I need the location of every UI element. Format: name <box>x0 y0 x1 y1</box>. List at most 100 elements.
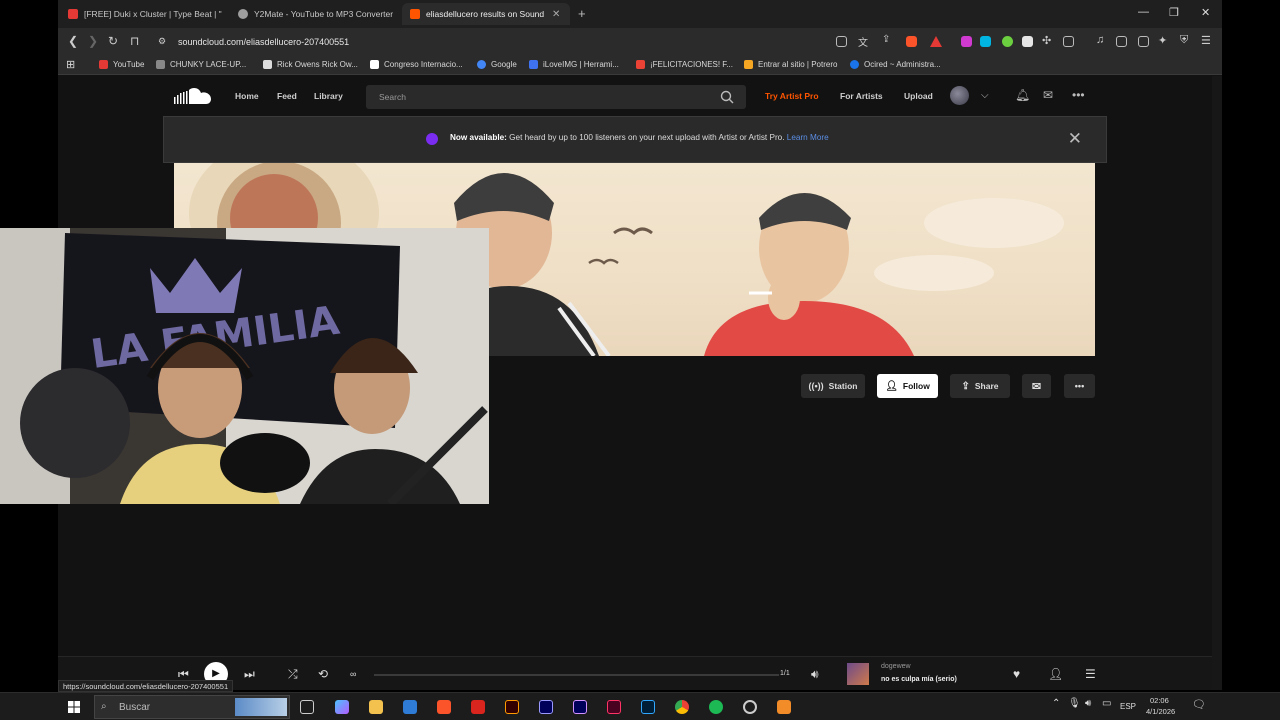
notifications-icon[interactable]: 🗨︎ <box>1192 698 1206 711</box>
page-scrollbar[interactable] <box>1212 76 1222 690</box>
track-title[interactable]: no es culpa mía (serio) <box>881 676 957 683</box>
brave-rewards-icon[interactable] <box>930 36 942 47</box>
minimize-button[interactable]: — <box>1138 6 1149 18</box>
taskbar-search-input[interactable]: ⌕ Buscar <box>94 695 290 719</box>
vpn-icon[interactable]: ⛨ <box>1180 34 1188 47</box>
wallet-icon[interactable] <box>1138 36 1149 47</box>
shuffle-icon[interactable]: ⤮ <box>288 667 298 682</box>
tab-youtube[interactable]: [FREE] Duki x Cluster | Type Beat | "Dr <box>60 3 222 25</box>
copilot-icon[interactable] <box>335 700 349 714</box>
close-window-button[interactable]: ✕ <box>1201 6 1210 19</box>
network-icon[interactable]: ▭ <box>1102 698 1111 709</box>
upload-link[interactable]: Upload <box>904 91 933 101</box>
after-effects-icon[interactable] <box>573 700 587 714</box>
store-icon[interactable] <box>403 700 417 714</box>
chevron-down-icon[interactable]: ⌵ <box>981 90 989 101</box>
menu-icon[interactable]: ☰ <box>1201 34 1211 47</box>
clock-date[interactable]: 4/1/2026 <box>1146 707 1175 716</box>
forward-icon[interactable]: ❯ <box>88 34 98 48</box>
clock-time[interactable]: 02:06 <box>1150 696 1169 705</box>
nav-home[interactable]: Home <box>235 91 259 101</box>
extension-2-icon[interactable] <box>980 36 991 47</box>
spotify-icon[interactable] <box>709 700 723 714</box>
illustrator-icon[interactable] <box>505 700 519 714</box>
extension-1-icon[interactable] <box>961 36 972 47</box>
language-indicator[interactable]: ESP <box>1120 702 1136 711</box>
file-explorer-icon[interactable] <box>369 700 383 714</box>
brave-icon[interactable] <box>437 700 451 714</box>
fl-studio-icon[interactable] <box>777 700 791 714</box>
bookmark-item[interactable]: Rick Owens Rick Ow... <box>263 60 358 69</box>
user-avatar[interactable] <box>950 86 969 105</box>
back-icon[interactable]: ❮ <box>68 34 78 48</box>
more-actions-button[interactable]: ••• <box>1064 374 1095 398</box>
bookmark-item[interactable]: Google <box>477 60 517 69</box>
follow-user-icon[interactable]: 👤︎ <box>1048 667 1063 681</box>
apps-grid-icon[interactable]: ⊞ <box>66 58 75 71</box>
acrobat-icon[interactable] <box>471 700 485 714</box>
tray-chevron-up-icon[interactable]: ⌃ <box>1052 698 1060 709</box>
track-artwork[interactable] <box>847 663 869 685</box>
learn-more-link[interactable]: Learn More <box>787 133 829 142</box>
premiere-icon[interactable] <box>539 700 553 714</box>
maximize-button[interactable]: ❐ <box>1169 6 1179 19</box>
lightroom-icon[interactable] <box>641 700 655 714</box>
new-tab-button[interactable]: + <box>578 6 586 21</box>
cast-icon[interactable] <box>836 36 847 47</box>
extension-4-icon[interactable] <box>1022 36 1033 47</box>
indesign-icon[interactable] <box>607 700 621 714</box>
try-artist-pro-link[interactable]: Try Artist Pro <box>765 91 819 101</box>
search-input[interactable]: Search <box>366 85 746 109</box>
bookmark-item[interactable]: Ocired ~ Administra... <box>850 60 941 69</box>
close-icon[interactable]: ✕ <box>1068 129 1082 149</box>
nav-feed[interactable]: Feed <box>277 91 297 101</box>
for-artists-link[interactable]: For Artists <box>840 91 883 101</box>
bookmark-item[interactable]: iLoveIMG | Herrami... <box>529 60 619 69</box>
share-page-icon[interactable]: ⇪ <box>882 34 890 45</box>
autoplay-icon[interactable]: ∞ <box>350 669 356 679</box>
speaker-icon[interactable]: 🔊︎ <box>1085 698 1091 709</box>
bookmark-item[interactable]: ¡FELICITACIONES! F... <box>636 60 733 69</box>
extension-5-icon[interactable] <box>1063 36 1074 47</box>
site-info-icon[interactable]: ⚙ <box>158 36 166 47</box>
volume-icon[interactable]: 🔊︎ <box>811 667 819 682</box>
station-button[interactable]: ((•)) Station <box>801 374 865 398</box>
reload-icon[interactable]: ↻ <box>108 34 118 48</box>
tab-soundcloud[interactable]: eliasdellucero results on SoundC ✕ <box>402 3 570 25</box>
leo-ai-icon[interactable]: ✦ <box>1158 34 1167 47</box>
bookmark-item[interactable]: Entrar al sitio | Potrero <box>744 60 837 69</box>
brave-shields-icon[interactable] <box>906 36 917 47</box>
repeat-icon[interactable]: ⟲ <box>318 667 328 681</box>
bookmark-item[interactable]: CHUNKY LACE-UP... <box>156 60 246 69</box>
share-button[interactable]: ⇪ Share <box>950 374 1010 398</box>
sidebar-icon[interactable] <box>1116 36 1127 47</box>
mail-icon[interactable]: ✉ <box>1043 88 1053 102</box>
more-icon[interactable]: ••• <box>1072 88 1085 102</box>
follow-button[interactable]: 👤︎ Follow <box>877 374 938 398</box>
task-view-icon[interactable] <box>300 700 314 714</box>
bookmark-item[interactable]: Congreso Internacio... <box>370 60 463 69</box>
microphone-icon[interactable]: 🎙︎ <box>1068 698 1081 709</box>
next-icon[interactable]: ⏭ <box>244 667 255 682</box>
track-artist[interactable]: dogewew <box>881 663 911 670</box>
tab-y2mate[interactable]: Y2Mate - YouTube to MP3 Converter <box>230 3 398 25</box>
obs-icon[interactable] <box>743 700 757 714</box>
translate-icon[interactable]: 文 <box>858 34 868 49</box>
progress-bar[interactable] <box>374 674 779 676</box>
nav-library[interactable]: Library <box>314 91 343 101</box>
extensions-icon[interactable]: ✣ <box>1042 34 1051 47</box>
bell-icon[interactable]: 🔔︎ <box>1015 88 1030 102</box>
bookmark-icon[interactable]: ⊓ <box>130 34 139 48</box>
chrome-icon[interactable] <box>675 700 689 714</box>
queue-icon[interactable]: ☰ <box>1085 667 1096 681</box>
url-field[interactable]: soundcloud.com/eliasdellucero-207400551 <box>178 37 349 47</box>
bookmark-item[interactable]: YouTube <box>99 60 144 69</box>
like-icon[interactable]: ♥ <box>1013 667 1020 681</box>
media-icon[interactable]: ♫ <box>1096 34 1104 46</box>
search-icon[interactable] <box>720 90 734 104</box>
windows-start-icon[interactable] <box>68 701 80 713</box>
extension-3-icon[interactable] <box>1002 36 1013 47</box>
message-button[interactable]: ✉ <box>1022 374 1051 398</box>
soundcloud-logo-icon[interactable] <box>174 87 212 105</box>
close-tab-icon[interactable]: ✕ <box>552 9 560 20</box>
